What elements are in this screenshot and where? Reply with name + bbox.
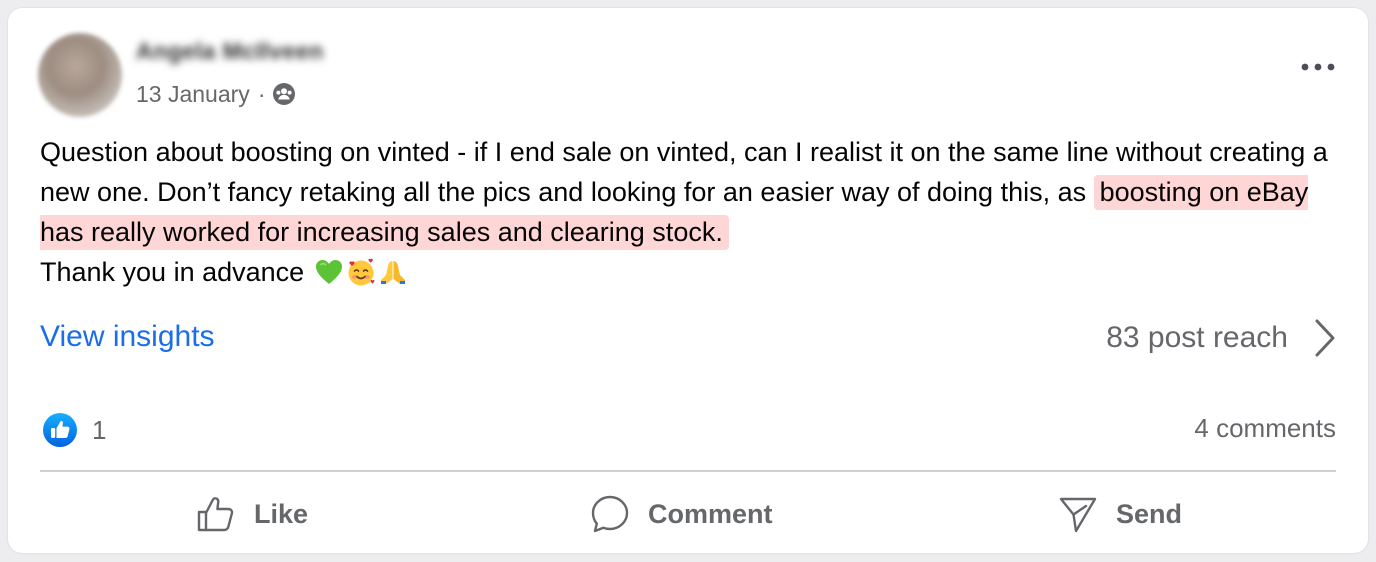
comments-count-link[interactable]: 4 comments bbox=[1194, 413, 1336, 444]
like-button[interactable]: Like bbox=[196, 492, 308, 536]
more-dots-icon bbox=[1301, 63, 1335, 71]
reactions-summary[interactable]: 1 bbox=[42, 412, 106, 448]
actions-divider bbox=[40, 470, 1336, 472]
like-reaction-icon bbox=[43, 413, 77, 447]
post-reach-button[interactable]: 83 post reach bbox=[1106, 318, 1336, 358]
smiling-face-with-hearts-emoji bbox=[346, 257, 376, 287]
send-button[interactable]: Send bbox=[1058, 492, 1182, 536]
post-date[interactable]: 13 January bbox=[136, 81, 250, 108]
like-label: Like bbox=[254, 498, 309, 529]
folded-hands-emoji bbox=[378, 257, 408, 287]
send-icon bbox=[1059, 497, 1097, 533]
reaction-count: 1 bbox=[92, 414, 107, 445]
green-heart-emoji bbox=[314, 257, 344, 287]
post-meta: 13 January · bbox=[136, 80, 296, 108]
chevron-right-icon bbox=[1315, 319, 1335, 357]
post-text-part2: Thank you in advance bbox=[40, 257, 305, 287]
comment-label: Comment bbox=[648, 498, 773, 529]
author-avatar[interactable] bbox=[38, 33, 122, 117]
post-body: Question about boosting on vinted - if I… bbox=[40, 132, 1340, 292]
group-audience-icon bbox=[272, 82, 296, 106]
author-name[interactable]: Angela McIlveen bbox=[136, 38, 324, 65]
comment-button[interactable]: Comment bbox=[590, 492, 773, 536]
thumbs-up-icon bbox=[197, 497, 234, 532]
send-label: Send bbox=[1116, 498, 1183, 529]
view-insights-link[interactable]: View insights bbox=[40, 320, 215, 354]
more-options-button[interactable] bbox=[1298, 54, 1338, 80]
post-reach-label: 83 post reach bbox=[1106, 321, 1288, 354]
comment-bubble-icon bbox=[591, 495, 629, 533]
post-card: Angela McIlveen 13 January · Question ab… bbox=[8, 8, 1368, 553]
meta-separator: · bbox=[257, 80, 266, 107]
